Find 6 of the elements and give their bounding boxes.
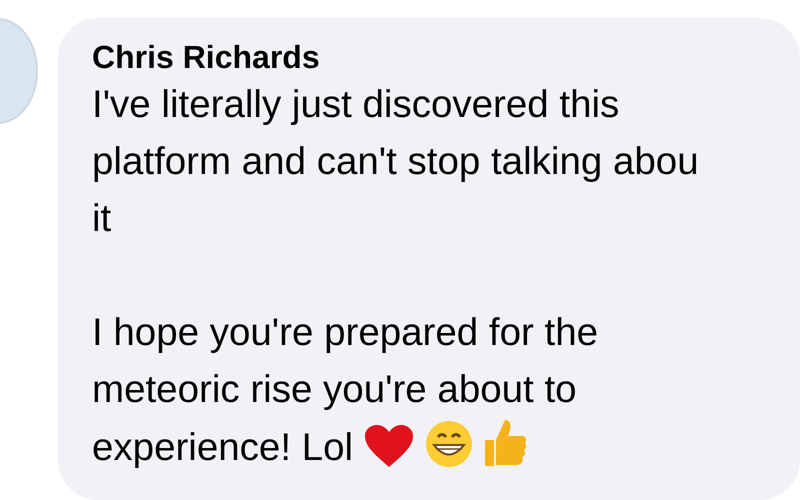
author-name[interactable]: Chris Richards (92, 38, 800, 76)
comment-text: I hope you're prepared for the meteoric rise you're about to experience! Lol (92, 310, 600, 472)
thumbs-up-icon (483, 418, 528, 468)
heart-icon (364, 424, 414, 468)
comment-text: I've literally just discovered this platform and can't stop talking abou it (92, 82, 700, 242)
grinning-face-icon (424, 420, 473, 468)
